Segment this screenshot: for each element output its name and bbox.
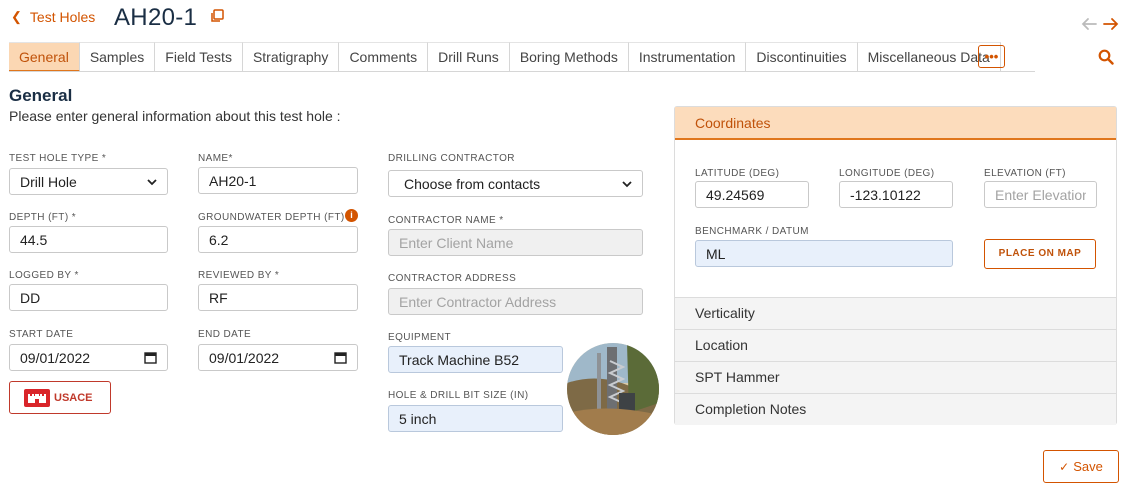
place-on-map-button[interactable]: PLACE ON MAP [984, 239, 1096, 269]
usace-castle-icon [24, 388, 50, 407]
hole-bit-size-label: HOLE & DRILL BIT SIZE (IN) [388, 390, 529, 401]
name-input[interactable] [198, 167, 358, 194]
coordinates-header[interactable]: Coordinates [675, 107, 1116, 140]
drilling-contractor-select[interactable]: Choose from contacts [388, 170, 643, 197]
tab-instrumentation[interactable]: Instrumentation [628, 42, 747, 72]
longitude-input[interactable] [839, 181, 953, 208]
arrow-left-icon[interactable] [1080, 15, 1098, 33]
copy-icon[interactable] [210, 9, 224, 23]
accordion-completion-notes[interactable]: Completion Notes [675, 393, 1116, 425]
depth-input[interactable] [9, 226, 168, 253]
equipment-label: EQUIPMENT [388, 332, 452, 343]
accordion-verticality[interactable]: Verticality [675, 297, 1116, 329]
section-subtitle: Please enter general information about t… [9, 108, 341, 124]
latitude-input[interactable] [695, 181, 809, 208]
info-icon[interactable]: i [345, 209, 358, 222]
groundwater-depth-input[interactable] [198, 226, 358, 253]
test-hole-type-value: Drill Hole [20, 173, 77, 190]
back-link-label: Test Holes [29, 9, 96, 25]
section-title: General [9, 86, 73, 105]
page-title: AH20-1 [114, 4, 198, 31]
tab-general[interactable]: General [9, 42, 80, 72]
logged-by-input[interactable] [9, 284, 168, 311]
end-date-label: END DATE [198, 329, 252, 340]
calendar-icon[interactable] [334, 351, 347, 364]
tab-discontinuities[interactable]: Discontinuities [746, 42, 858, 72]
accordion-spt-hammer[interactable]: SPT Hammer [675, 361, 1116, 393]
tab-boring-methods[interactable]: Boring Methods [509, 42, 629, 72]
tab-bar: General Samples Field Tests Stratigraphy… [9, 42, 1001, 72]
save-button[interactable]: ✓ Save [1043, 450, 1119, 483]
calendar-icon[interactable] [144, 351, 157, 364]
start-date-value: 09/01/2022 [20, 349, 91, 366]
usace-label: USACE [54, 391, 93, 404]
contractor-address-label: CONTRACTOR ADDRESS [388, 273, 517, 284]
contractor-name-input[interactable] [388, 229, 643, 256]
logged-by-label: LOGGED BY * [9, 270, 79, 281]
contractor-address-input[interactable] [388, 288, 643, 315]
depth-label: DEPTH (FT) * [9, 212, 77, 223]
longitude-label: LONGITUDE (DEG) [839, 168, 935, 179]
equipment-input[interactable] [388, 346, 563, 373]
chevron-down-icon [622, 180, 632, 187]
benchmark-label: BENCHMARK / DATUM [695, 226, 809, 237]
accordion-location[interactable]: Location [675, 329, 1116, 361]
tab-samples[interactable]: Samples [79, 42, 156, 72]
tabs-divider [9, 71, 1035, 72]
tab-field-tests[interactable]: Field Tests [155, 42, 243, 72]
hole-bit-size-input[interactable] [388, 405, 563, 432]
more-tabs-button[interactable]: ••• [978, 45, 1005, 68]
tab-comments[interactable]: Comments [339, 42, 429, 72]
usace-button[interactable]: USACE [9, 381, 111, 414]
start-date-input[interactable]: 09/01/2022 [9, 344, 168, 371]
back-to-test-holes-link[interactable]: ❮ Test Holes [11, 9, 95, 25]
end-date-value: 09/01/2022 [209, 349, 280, 366]
search-icon[interactable] [1098, 49, 1114, 65]
tab-stratigraphy[interactable]: Stratigraphy [242, 42, 340, 72]
arrow-right-icon[interactable] [1102, 15, 1120, 33]
benchmark-input[interactable] [695, 240, 953, 267]
check-icon: ✓ [1059, 459, 1070, 474]
elevation-label: ELEVATION (FT) [984, 168, 1066, 179]
drilling-contractor-label: DRILLING CONTRACTOR [388, 153, 515, 164]
save-label: Save [1073, 459, 1103, 474]
contractor-name-label: CONTRACTOR NAME * [388, 215, 504, 226]
chevron-down-icon [147, 178, 157, 185]
coordinates-panel: Coordinates LATITUDE (DEG) LONGITUDE (DE… [674, 106, 1117, 425]
reviewed-by-label: REVIEWED BY * [198, 270, 280, 281]
test-hole-type-select[interactable]: Drill Hole [9, 168, 168, 195]
test-hole-type-label: TEST HOLE TYPE * [9, 153, 107, 164]
reviewed-by-input[interactable] [198, 284, 358, 311]
groundwater-depth-label: GROUNDWATER DEPTH (FT) [198, 212, 345, 223]
elevation-input[interactable] [984, 181, 1097, 208]
chevron-left-icon: ❮ [11, 9, 22, 24]
tab-drill-runs[interactable]: Drill Runs [428, 42, 510, 72]
end-date-input[interactable]: 09/01/2022 [198, 344, 358, 371]
latitude-label: LATITUDE (DEG) [695, 168, 780, 179]
start-date-label: START DATE [9, 329, 74, 340]
name-label: NAME* [198, 153, 233, 164]
equipment-photo [567, 343, 659, 435]
drilling-contractor-value: Choose from contacts [404, 175, 541, 192]
